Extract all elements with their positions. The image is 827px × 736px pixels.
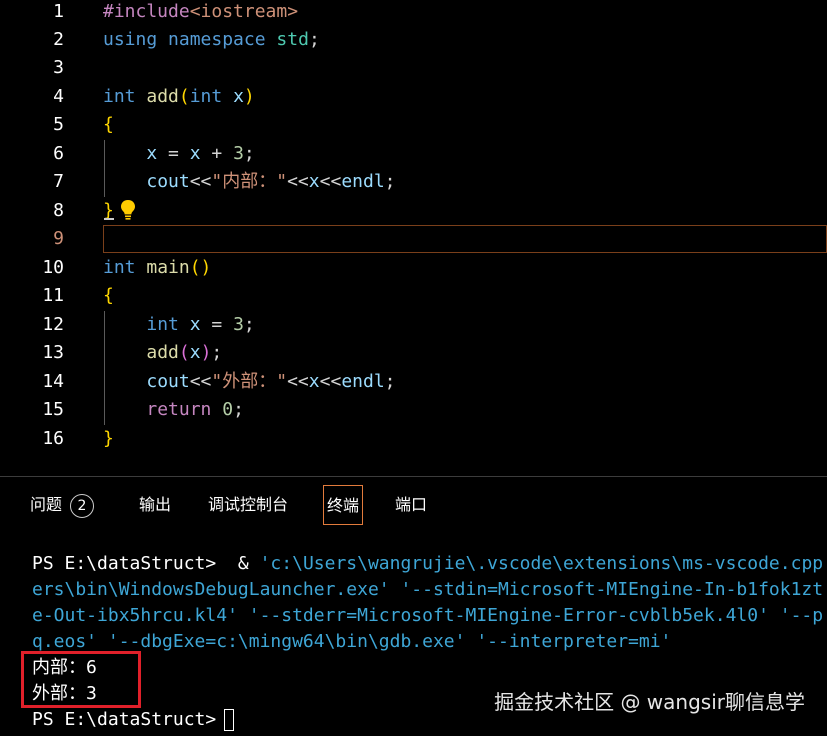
code-line[interactable]: 13 add(x); xyxy=(0,339,827,367)
code-line[interactable]: 7 cout<<"内部："<<x<<endl; xyxy=(0,168,827,196)
line-number: 10 xyxy=(42,257,64,278)
code-text: { xyxy=(103,285,114,306)
fold-marker xyxy=(104,218,114,220)
output-highlight-box xyxy=(21,651,141,708)
code-line[interactable]: 3 xyxy=(0,54,827,82)
line-number: 8 xyxy=(53,200,64,221)
tab-problems[interactable]: 问题 2 xyxy=(30,485,95,525)
code-line[interactable]: 4 int add(int x) xyxy=(0,83,827,111)
terminal-line[interactable]: PS E:\dataStruct> xyxy=(32,707,235,733)
code-text: cout<<"内部："<<x<<endl; xyxy=(146,171,396,192)
code-text: x = x + 3; xyxy=(146,143,255,164)
terminal-line: ers\bin\WindowsDebugLauncher.exe' '--std… xyxy=(32,579,824,600)
code-text: int x = 3; xyxy=(146,314,255,335)
code-line[interactable]: 10 int main() xyxy=(0,254,827,282)
tab-ports[interactable]: 端口 xyxy=(395,485,427,525)
terminal-command: 'c:\Users\wangrujie\.vscode\extensions\m… xyxy=(259,553,824,574)
tab-terminal[interactable]: 终端 xyxy=(323,485,364,525)
line-number: 9 xyxy=(53,228,64,249)
tab-debug-console[interactable]: 调试控制台 xyxy=(208,485,288,525)
code-text: add(x); xyxy=(146,342,223,363)
code-text: cout<<"外部："<<x<<endl; xyxy=(146,371,396,392)
line-number: 15 xyxy=(42,399,64,420)
code-line[interactable]: 9 xyxy=(0,225,827,253)
line-number: 6 xyxy=(53,143,64,164)
code-text: int main() xyxy=(103,257,212,278)
tab-debug-console-label: 调试控制台 xyxy=(208,495,289,514)
code-text: { xyxy=(103,114,114,135)
code-text: int add(int x) xyxy=(103,86,255,107)
code-text: return 0; xyxy=(146,399,244,420)
tab-problems-label: 问题 xyxy=(30,495,63,514)
tab-terminal-label: 终端 xyxy=(327,496,360,515)
code-line[interactable]: 12 int x = 3; xyxy=(0,311,827,339)
tab-ports-label: 端口 xyxy=(395,495,428,514)
line-number: 13 xyxy=(42,342,64,363)
watermark: 掘金技术社区 @ wangsir聊信息学 xyxy=(494,690,805,714)
code-line[interactable]: 1 #include<iostream> xyxy=(0,0,827,26)
line-number: 14 xyxy=(42,371,64,392)
terminal-line: PS E:\dataStruct> & 'c:\Users\wangrujie\… xyxy=(32,551,823,577)
problems-count-badge: 2 xyxy=(70,493,95,518)
terminal-prompt: PS E:\dataStruct> xyxy=(32,553,217,574)
line-number: 11 xyxy=(42,285,64,306)
code-line[interactable]: 6 x = x + 3; xyxy=(0,140,827,168)
line-number: 12 xyxy=(42,314,64,335)
code-line[interactable]: 11 { xyxy=(0,282,827,310)
code-line[interactable]: 16 } xyxy=(0,425,827,453)
code-line[interactable]: 5 { xyxy=(0,111,827,139)
code-text: } xyxy=(103,428,114,449)
terminal-prompt: PS E:\dataStruct> xyxy=(32,709,217,730)
line-number: 7 xyxy=(53,171,64,192)
line-number: 5 xyxy=(53,114,64,135)
code-text: using namespace std; xyxy=(103,29,320,50)
code-line[interactable]: 14 cout<<"外部："<<x<<endl; xyxy=(0,368,827,396)
code-text: #include<iostream> xyxy=(103,1,299,22)
line-number: 16 xyxy=(42,428,64,449)
tab-output[interactable]: 输出 xyxy=(139,485,171,525)
terminal-amp: & xyxy=(216,553,260,574)
code-line[interactable]: 15 return 0; xyxy=(0,396,827,424)
tab-output-label: 输出 xyxy=(139,495,172,514)
terminal-line: e-Out-ibx5hrcu.kl4' '--stderr=Microsoft-… xyxy=(32,605,824,626)
line-number: 4 xyxy=(53,86,64,107)
line-number: 1 xyxy=(53,1,64,22)
code-editor[interactable]: 1 #include<iostream> 2 using namespace s… xyxy=(0,0,827,476)
lightbulb-icon[interactable] xyxy=(119,199,137,221)
code-line[interactable]: 2 using namespace std; xyxy=(0,26,827,54)
terminal-cursor xyxy=(224,709,235,731)
line-number: 2 xyxy=(53,29,64,50)
code-text: } xyxy=(103,200,114,221)
line-number: 3 xyxy=(53,57,64,78)
